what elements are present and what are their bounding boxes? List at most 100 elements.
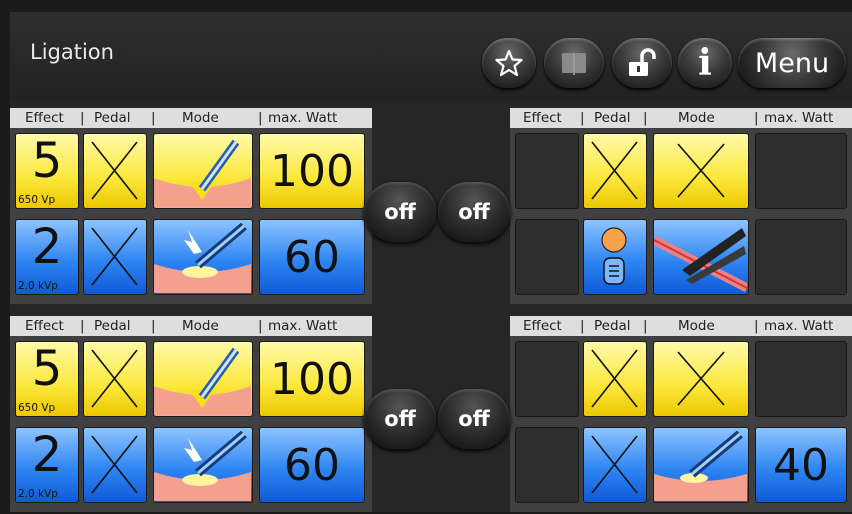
header-pedal: Pedal: [94, 318, 131, 334]
manual-button[interactable]: [544, 38, 604, 88]
header-effect: Effect: [523, 110, 562, 126]
channel-top-right: Effect | Pedal | Mode | max. Watt: [510, 108, 852, 304]
info-icon: i: [698, 42, 712, 84]
pedal-tile[interactable]: [583, 427, 647, 503]
channel-bottom-right: Effect | Pedal | Mode | max. Watt 40: [510, 316, 852, 512]
effect-voltage: 650 Vp: [18, 402, 56, 414]
info-button[interactable]: i: [678, 38, 732, 88]
pedal-tile[interactable]: [83, 341, 147, 417]
effect-tile[interactable]: 2 2.0 kVp: [15, 219, 79, 295]
column-headers: Effect | Pedal | Mode | max. Watt: [10, 108, 372, 128]
pedal-tile[interactable]: [83, 133, 147, 209]
mode-tile[interactable]: [153, 133, 253, 209]
off-label: off: [384, 200, 416, 224]
device-screen: Ligation i Menu Effect | Pedal | Mode | …: [10, 12, 852, 512]
header-pedal: Pedal: [94, 110, 131, 126]
header-bar: Ligation i Menu: [10, 12, 852, 100]
effect-tile[interactable]: 2 2.0 kVp: [15, 427, 79, 503]
lock-button[interactable]: [612, 38, 672, 88]
max-watt-value: 40: [773, 439, 829, 491]
pedal-tile[interactable]: [583, 219, 647, 295]
effect-tile[interactable]: 5 650 Vp: [15, 133, 79, 209]
pedal-tile[interactable]: [83, 427, 147, 503]
header-separator: |: [151, 318, 156, 334]
no-pedal-icon: [91, 227, 138, 286]
cut-instrument-icon: [154, 139, 251, 207]
max-watt-value: 60: [284, 439, 340, 491]
no-pedal-icon: [591, 141, 638, 200]
off-label: off: [458, 407, 490, 431]
column-headers: Effect | Pedal | Mode | max. Watt: [10, 316, 372, 336]
max-watt-tile[interactable]: 100: [259, 133, 365, 209]
no-mode-icon: [677, 143, 725, 198]
effect-voltage: 2.0 kVp: [18, 280, 58, 292]
header-max-watt: max. Watt: [268, 110, 338, 126]
off-label: off: [458, 200, 490, 224]
header-max-watt: max. Watt: [764, 110, 834, 126]
effect-tile-empty[interactable]: [515, 219, 579, 295]
no-pedal-icon: [91, 435, 138, 494]
no-pedal-icon: [591, 435, 638, 494]
header-separator: |: [643, 110, 648, 126]
header-separator: |: [580, 110, 585, 126]
no-mode-icon: [677, 351, 725, 406]
footswitch-icon: [601, 227, 627, 285]
effect-tile-empty[interactable]: [515, 133, 579, 209]
effect-level: 5: [31, 133, 63, 189]
bottom-left-off-button[interactable]: off: [364, 389, 436, 449]
pedal-tile[interactable]: [583, 341, 647, 417]
no-pedal-icon: [91, 349, 138, 408]
max-watt-tile[interactable]: 60: [259, 427, 365, 503]
header-effect: Effect: [25, 318, 64, 334]
header-separator: |: [643, 318, 648, 334]
effect-voltage: 650 Vp: [18, 194, 56, 206]
header-separator: |: [258, 318, 263, 334]
header-max-watt: max. Watt: [268, 318, 338, 334]
header-effect: Effect: [523, 318, 562, 334]
header-separator: |: [80, 110, 85, 126]
header-separator: |: [80, 318, 85, 334]
soft-coag-icon: [654, 430, 747, 501]
spray-coag-icon: [154, 430, 251, 501]
max-watt-value: 100: [270, 145, 354, 197]
max-watt-tile-empty[interactable]: [755, 133, 847, 209]
mode-tile[interactable]: [653, 133, 749, 209]
header-mode: Mode: [182, 318, 219, 334]
max-watt-value: 60: [284, 231, 340, 283]
max-watt-tile[interactable]: 60: [259, 219, 365, 295]
bottom-right-off-button[interactable]: off: [438, 389, 510, 449]
pedal-tile[interactable]: [583, 133, 647, 209]
max-watt-tile[interactable]: 40: [755, 427, 847, 503]
max-watt-tile[interactable]: 100: [259, 341, 365, 417]
mode-tile[interactable]: [153, 427, 253, 503]
effect-tile-empty[interactable]: [515, 341, 579, 417]
mode-tile[interactable]: [653, 341, 749, 417]
mode-tile[interactable]: [153, 341, 253, 417]
menu-button[interactable]: Menu: [738, 38, 846, 88]
star-icon: [495, 49, 523, 77]
menu-button-label: Menu: [754, 47, 830, 79]
spray-coag-icon: [154, 222, 251, 293]
effect-tile-empty[interactable]: [515, 427, 579, 503]
no-pedal-icon: [91, 141, 138, 200]
mode-tile[interactable]: [653, 427, 749, 503]
header-separator: |: [754, 110, 759, 126]
top-right-off-button[interactable]: off: [438, 182, 510, 242]
top-left-off-button[interactable]: off: [364, 182, 436, 242]
effect-voltage: 2.0 kVp: [18, 488, 58, 500]
mode-tile[interactable]: [153, 219, 253, 295]
header-max-watt: max. Watt: [764, 318, 834, 334]
effect-level: 2: [31, 427, 63, 483]
max-watt-tile-empty[interactable]: [755, 341, 847, 417]
program-title: Ligation: [30, 40, 114, 64]
column-headers: Effect | Pedal | Mode | max. Watt: [510, 108, 852, 128]
pedal-tile[interactable]: [83, 219, 147, 295]
effect-tile[interactable]: 5 650 Vp: [15, 341, 79, 417]
header-separator: |: [580, 318, 585, 334]
unlock-icon: [629, 48, 656, 76]
max-watt-value: 100: [270, 353, 354, 405]
mode-tile[interactable]: [653, 219, 749, 295]
favorite-button[interactable]: [482, 38, 536, 88]
max-watt-tile-empty[interactable]: [755, 219, 847, 295]
header-separator: |: [151, 110, 156, 126]
